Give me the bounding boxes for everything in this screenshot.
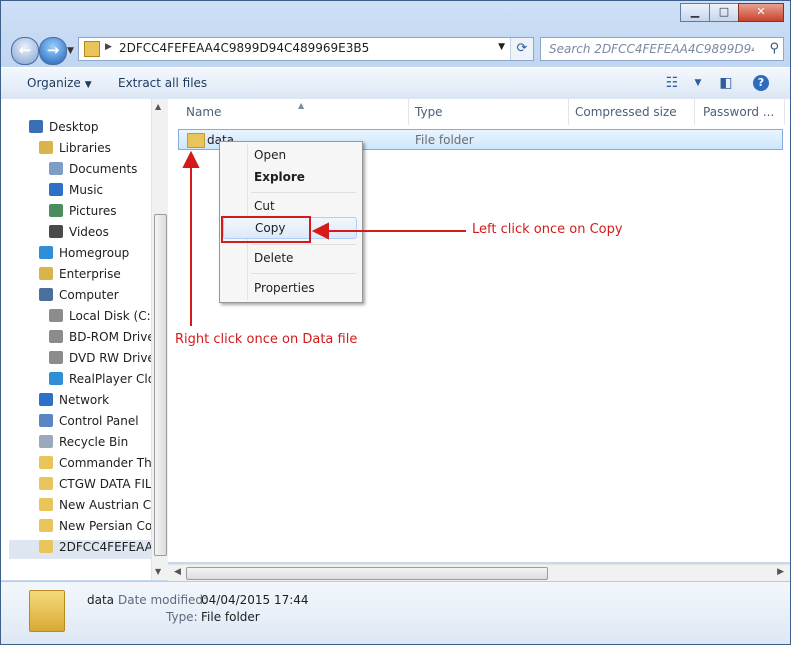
copy-instruction: Left click once on Copy [472,222,623,237]
data-instruction: Right click once on Data file [175,332,358,347]
data-arrowhead [182,150,200,168]
copy-arrowhead [311,222,329,240]
annotation-arrows [182,150,466,326]
